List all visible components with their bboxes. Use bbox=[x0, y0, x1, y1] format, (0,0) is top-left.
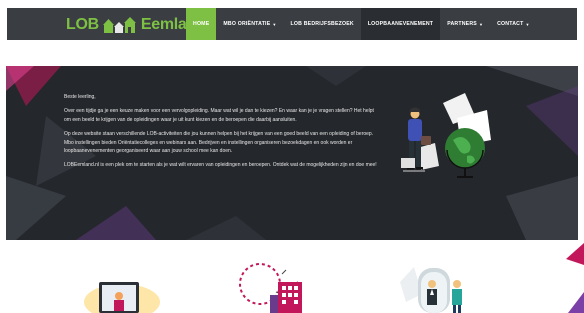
nav-item-mbo-orientatie[interactable]: MBO Oriëntatie ▼ bbox=[216, 8, 283, 40]
computer-illustration bbox=[84, 282, 160, 313]
nav-item-home[interactable]: Home bbox=[186, 8, 217, 40]
mirror-people-illustration bbox=[400, 267, 462, 313]
nav-label: Home bbox=[193, 21, 210, 27]
nav-item-partners[interactable]: Partners ▼ bbox=[440, 8, 490, 40]
hero-intro-text: Beste leerling, Over een tijdje ga je ee… bbox=[64, 93, 379, 176]
hero-banner: Beste leerling, Over een tijdje ga je ee… bbox=[6, 66, 578, 240]
nav-label: Loopbaanevenement bbox=[367, 21, 434, 27]
chevron-down-icon: ▼ bbox=[478, 21, 484, 27]
nav-label: LOB Bedrijfsbezoek bbox=[290, 21, 354, 27]
chevron-down-icon: ▼ bbox=[272, 21, 277, 27]
hero-paragraph-1: Over een tijdje ga je een keuze maken vo… bbox=[64, 108, 374, 123]
nav-item-lob-bedrijfsbezoek[interactable]: LOB Bedrijfsbezoek bbox=[284, 8, 361, 40]
nav-label: Contact bbox=[497, 21, 524, 27]
nav-item-loopbaanevenement[interactable]: Loopbaanevenement bbox=[360, 8, 441, 40]
decorative-triangle-purple bbox=[568, 292, 584, 313]
decorative-triangle-magenta bbox=[566, 243, 584, 265]
chevron-down-icon: ▼ bbox=[525, 21, 530, 27]
main-navigation: Home MBO Oriëntatie ▼ LOB Bedrijfsbezoek … bbox=[186, 8, 537, 40]
site-logo[interactable]: LOB Eemland bbox=[66, 14, 206, 36]
logo-text-left: LOB bbox=[66, 16, 99, 33]
house-logo-icon bbox=[102, 16, 137, 34]
nav-item-contact[interactable]: Contact ▼ bbox=[490, 8, 537, 40]
hero-paragraph-2: Op deze website staan verschillende LOB-… bbox=[64, 131, 374, 155]
hero-greeting: Beste leerling, bbox=[64, 94, 96, 100]
header: LOB Eemland Home MBO Oriëntatie ▼ LOB Bed… bbox=[0, 0, 584, 47]
building-illustration bbox=[239, 263, 302, 313]
nav-label: Partners bbox=[447, 21, 477, 27]
person-globe-illustration bbox=[401, 93, 491, 178]
nav-label: MBO Oriëntatie bbox=[223, 21, 271, 27]
hero-paragraph-3: LOBEemland.nl is een plek om te starten … bbox=[64, 162, 377, 169]
